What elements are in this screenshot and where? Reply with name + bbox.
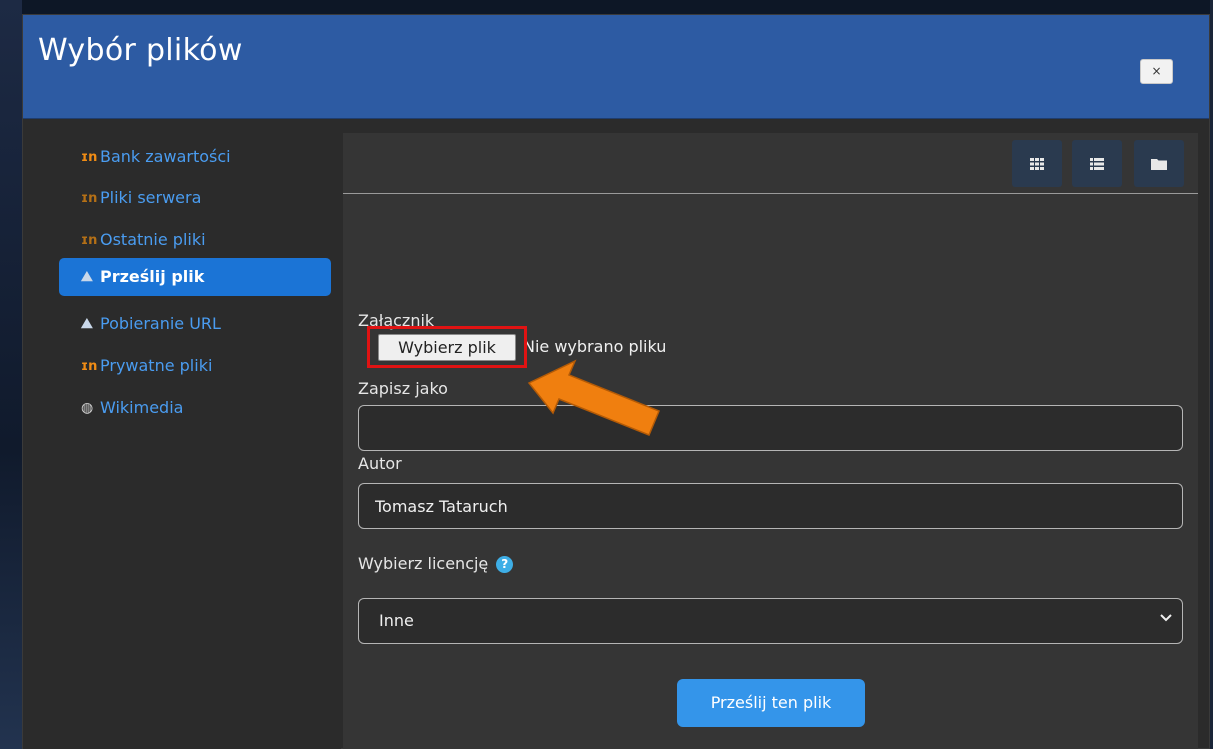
sidebar-item-label: Pliki serwera (100, 188, 202, 207)
license-select[interactable]: Inne (358, 598, 1183, 644)
wikimedia-icon: ◍ (81, 400, 94, 416)
license-label-row: Wybierz licencję? (358, 554, 514, 573)
moodle-icon: ɪn (81, 233, 98, 248)
upload-icon: ⛰ (81, 269, 93, 285)
sidebar-item-label: Bank zawartości (100, 147, 231, 166)
sidebar-item-server-files[interactable]: ɪn Pliki serwera (59, 179, 331, 217)
author-label: Autor (358, 454, 402, 473)
grid-view-button[interactable] (1012, 140, 1062, 187)
moodle-icon: ɪn (81, 150, 98, 165)
help-icon[interactable]: ? (496, 556, 514, 573)
sidebar-item-content-bank[interactable]: ɪn Bank zawartości (59, 138, 331, 176)
dialog-title: Wybór plików (38, 33, 243, 68)
save-as-label: Zapisz jako (358, 379, 448, 398)
upload-panel: Załącznik Zapisz jako Wybierz plik Nie w… (343, 133, 1198, 749)
folder-view-button[interactable] (1134, 140, 1184, 187)
sidebar-item-label: Prześlij plik (100, 267, 205, 286)
sidebar-item-label: Prywatne pliki (100, 356, 213, 375)
grid-view-icon (1030, 158, 1044, 170)
list-view-icon (1090, 158, 1104, 170)
license-selected-value: Inne (379, 611, 414, 630)
upload-icon: ⛰ (81, 316, 93, 332)
highlight-box (367, 326, 527, 368)
list-view-button[interactable] (1072, 140, 1122, 187)
sidebar-item-label: Ostatnie pliki (100, 230, 206, 249)
file-picker-dialog: Wybór plików × ɪn Bank zawartości ɪn Pliki… (22, 14, 1210, 749)
toolbar-divider (343, 193, 1198, 194)
sidebar-item-label: Wikimedia (100, 398, 184, 417)
sidebar-item-url-download[interactable]: ⛰ Pobieranie URL (59, 305, 331, 343)
background-left-edge (0, 0, 22, 749)
moodle-icon: ɪn (81, 191, 98, 206)
sidebar-item-upload-file[interactable]: ⛰ Prześlij plik (59, 258, 331, 296)
save-as-input[interactable] (358, 405, 1183, 451)
sidebar-item-label: Pobieranie URL (100, 314, 221, 333)
chevron-down-icon (1160, 610, 1172, 626)
sidebar-item-wikimedia[interactable]: ◍ Wikimedia (59, 389, 331, 427)
moodle-icon: ɪn (81, 359, 98, 374)
upload-file-button[interactable]: Prześlij ten plik (677, 679, 865, 727)
repository-sidebar: ɪn Bank zawartości ɪn Pliki serwera ɪn Osta… (23, 119, 341, 749)
license-label: Wybierz licencję (358, 554, 489, 573)
folder-view-icon (1151, 159, 1167, 170)
pointer-arrow-icon (527, 359, 660, 436)
sidebar-item-private-files[interactable]: ɪn Prywatne pliki (59, 347, 331, 385)
author-input[interactable] (358, 483, 1183, 529)
close-button[interactable]: × (1140, 59, 1173, 84)
sidebar-item-recent-files[interactable]: ɪn Ostatnie pliki (59, 221, 331, 259)
dialog-header: Wybór plików × (23, 15, 1209, 119)
